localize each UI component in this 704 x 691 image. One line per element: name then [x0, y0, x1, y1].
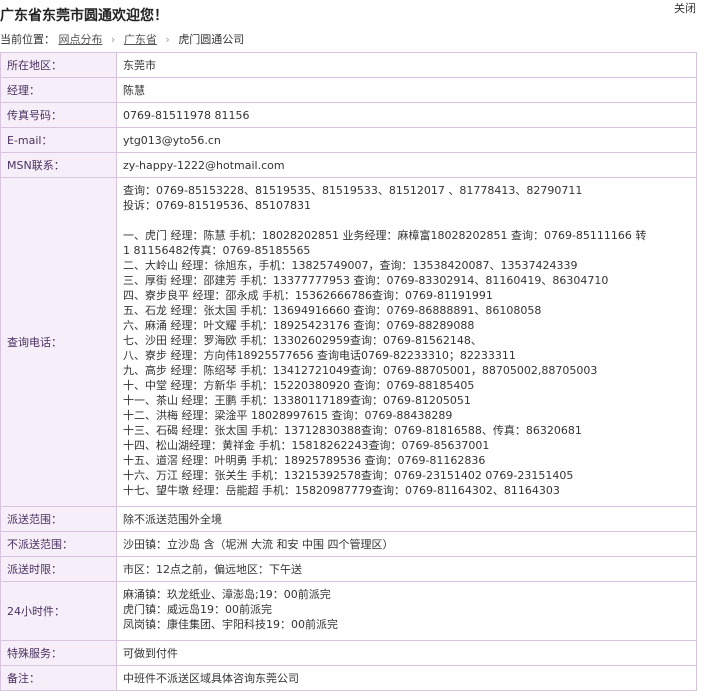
label-delivery-time: 派送时限： [0, 556, 117, 582]
page-title: 广东省东莞市圆通欢迎您！ [0, 8, 168, 24]
label-no-delivery: 不派送范围： [0, 531, 117, 557]
table-row-msn: MSN联系： zy-happy-1222@hotmail.com [0, 152, 697, 178]
value-24h: 麻涌镇：玖龙纸业、漳澎岛;19：00前派完 虎门镇：威远岛19：00前派完 凤岗… [116, 581, 697, 641]
phone-line: 十、中堂 经理：方新华 手机：15220380920 查询：0769-88185… [123, 379, 475, 392]
label-area: 所在地区： [0, 52, 117, 78]
table-row-no-delivery: 不派送范围： 沙田镇：立沙岛 含（坭洲 大流 和安 中围 四个管理区） [0, 531, 697, 557]
value-fax: 0769-81511978 81156 [116, 102, 697, 128]
phone-line: 投诉：0769-81519536、85107831 [123, 199, 311, 212]
phone-line: 九、高步 经理：陈绍琴 手机：13412721049查询：0769-887050… [123, 364, 598, 377]
label-remark: 备注： [0, 665, 117, 691]
hour24-line: 虎门镇：威远岛19：00前派完 [123, 603, 272, 616]
phone-line: 1 81156482传真：0769-85185565 [123, 244, 311, 257]
value-delivery-range: 除不派送范围外全境 [116, 506, 697, 532]
value-delivery-time: 市区：12点之前，偏远地区：下午送 [116, 556, 697, 582]
phone-line: 七、沙田 经理：罗海欧 手机：13302602959查询：0769-815621… [123, 334, 482, 347]
phone-line: 一、虎门 经理：陈慧 手机：18028202851 业务经理：麻樟富180282… [123, 229, 647, 242]
phone-line: 十三、石碣 经理：张太国 手机：13712830388查询：0769-81816… [123, 424, 582, 437]
value-phone: 查询：0769-85153228、81519535、81519533、81512… [116, 177, 697, 507]
breadcrumb-link-network[interactable]: 网点分布 [59, 33, 103, 46]
phone-line: 十七、望牛墩 经理：岳能超 手机：15820987779查询：0769-8116… [123, 484, 560, 497]
phone-line: 八、寮步 经理：方向伟18925577656 查询电话0769-82233310… [123, 349, 516, 362]
breadcrumb-separator: › [165, 33, 170, 46]
value-no-delivery: 沙田镇：立沙岛 含（坭洲 大流 和安 中围 四个管理区） [116, 531, 697, 557]
label-manager: 经理： [0, 77, 117, 103]
breadcrumb: 当前位置： 网点分布 › 广东省 › 虎门圆通公司 [0, 31, 244, 47]
label-fax: 传真号码： [0, 102, 117, 128]
table-row-delivery-time: 派送时限： 市区：12点之前，偏远地区：下午送 [0, 556, 697, 582]
phone-line: 十一、茶山 经理：王鹏 手机：13380117189查询：0769-812050… [123, 394, 471, 407]
label-delivery-range: 派送范围： [0, 506, 117, 532]
label-special: 特殊服务： [0, 640, 117, 666]
table-row-area: 所在地区： 东莞市 [0, 52, 697, 78]
phone-line: 二、大岭山 经理：徐旭东，手机：13825749007，查询：135384200… [123, 259, 578, 272]
value-area: 东莞市 [116, 52, 697, 78]
phone-line: 四、寮步良平 经理：邵永成 手机：15362666786查询：0769-8119… [123, 289, 493, 302]
hour24-line: 凤岗镇：康佳集团、宇阳科技19：00前派完 [123, 618, 338, 631]
table-row-remark: 备注： 中班件不派送区域具体咨询东莞公司 [0, 665, 697, 691]
table-row-delivery-range: 派送范围： 除不派送范围外全境 [0, 506, 697, 532]
breadcrumb-prefix: 当前位置： [0, 33, 55, 46]
phone-line: 十六、万江 经理：张关生 手机：13215392578查询：0769-23151… [123, 469, 574, 482]
label-phone: 查询电话： [0, 177, 117, 507]
label-24h: 24小时件： [0, 581, 117, 641]
breadcrumb-separator: › [111, 33, 116, 46]
table-row-phone: 查询电话： 查询：0769-85153228、81519535、81519533… [0, 177, 697, 507]
phone-line: 十二、洪梅 经理：梁淦平 18028997615 查询：0769-8843828… [123, 409, 453, 422]
phone-line: 三、厚街 经理：邵建芳 手机：13377777953 查询：0769-83302… [123, 274, 609, 287]
table-row-special: 特殊服务： 可做到付件 [0, 640, 697, 666]
table-row-fax: 传真号码： 0769-81511978 81156 [0, 102, 697, 128]
close-link[interactable]: 关闭 [674, 0, 696, 16]
phone-line: 查询：0769-85153228、81519535、81519533、81512… [123, 184, 583, 197]
hour24-line: 麻涌镇：玖龙纸业、漳澎岛;19：00前派完 [123, 588, 331, 601]
phone-line: 十四、松山湖经理：黄祥金 手机：15818262243查询：0769-85637… [123, 439, 490, 452]
breadcrumb-current: 虎门圆通公司 [178, 33, 245, 46]
label-msn: MSN联系： [0, 152, 117, 178]
value-msn: zy-happy-1222@hotmail.com [116, 152, 697, 178]
table-row-email: E-mail： ytg013@yto56.cn [0, 127, 697, 153]
label-email: E-mail： [0, 127, 117, 153]
phone-line: 五、石龙 经理：张太国 手机：13694916660 查询：0769-86888… [123, 304, 542, 317]
phone-line: 六、麻涌 经理：叶文耀 手机：18925423176 查询：0769-88289… [123, 319, 475, 332]
table-row-manager: 经理： 陈慧 [0, 77, 697, 103]
phone-line: 十五、道滘 经理：叶明勇 手机：18925789536 查询：0769-8116… [123, 454, 486, 467]
table-row-24h: 24小时件： 麻涌镇：玖龙纸业、漳澎岛;19：00前派完 虎门镇：威远岛19：0… [0, 581, 697, 641]
value-email: ytg013@yto56.cn [116, 127, 697, 153]
breadcrumb-link-province[interactable]: 广东省 [124, 33, 157, 46]
value-special: 可做到付件 [116, 640, 697, 666]
value-manager: 陈慧 [116, 77, 697, 103]
phone-line-blank [123, 213, 690, 228]
branch-info-table: 所在地区： 东莞市 经理： 陈慧 传真号码： 0769-81511978 811… [0, 52, 697, 691]
value-remark: 中班件不派送区域具体咨询东莞公司 [116, 665, 697, 691]
